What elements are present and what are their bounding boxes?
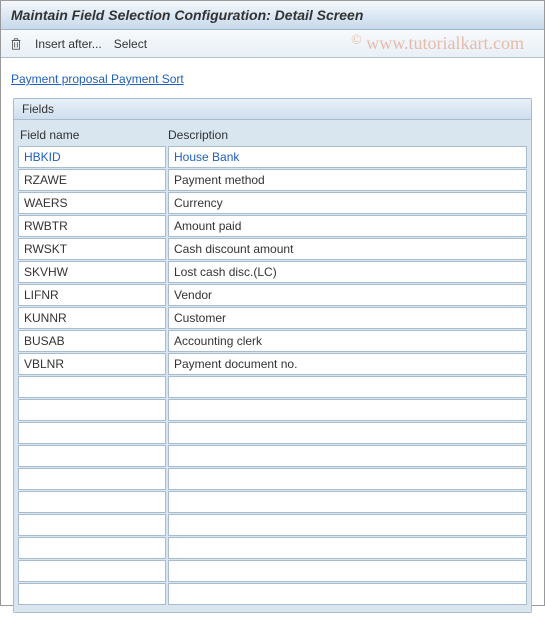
field-name-cell[interactable] — [18, 560, 166, 582]
description-cell[interactable] — [168, 514, 527, 536]
col-header-fieldname: Field name — [20, 128, 168, 142]
table-row — [18, 445, 527, 467]
table-row — [18, 514, 527, 536]
description-cell[interactable] — [168, 491, 527, 513]
field-name-cell[interactable] — [18, 399, 166, 421]
field-name-cell[interactable] — [18, 514, 166, 536]
fields-groupbox: Fields Field name Description HBKIDHouse… — [13, 98, 532, 613]
field-name-cell[interactable] — [18, 491, 166, 513]
description-cell[interactable] — [168, 445, 527, 467]
description-cell[interactable]: Customer — [168, 307, 527, 329]
description-cell[interactable] — [168, 376, 527, 398]
description-cell[interactable]: Currency — [168, 192, 527, 214]
table-row: SKVHWLost cash disc.(LC) — [18, 261, 527, 283]
table-row — [18, 399, 527, 421]
description-cell[interactable] — [168, 537, 527, 559]
groupbox-title: Fields — [14, 99, 531, 120]
description-cell[interactable]: Lost cash disc.(LC) — [168, 261, 527, 283]
field-name-cell[interactable]: BUSAB — [18, 330, 166, 352]
description-cell[interactable]: Amount paid — [168, 215, 527, 237]
field-name-cell[interactable] — [18, 376, 166, 398]
table-row: WAERSCurrency — [18, 192, 527, 214]
payment-proposal-link[interactable]: Payment proposal Payment Sort — [11, 72, 184, 86]
field-name-cell[interactable] — [18, 537, 166, 559]
description-cell[interactable]: Vendor — [168, 284, 527, 306]
page-title: Maintain Field Selection Configuration: … — [11, 7, 363, 23]
col-header-description: Description — [168, 128, 527, 142]
field-name-cell[interactable] — [18, 445, 166, 467]
table-row — [18, 537, 527, 559]
field-name-cell[interactable]: LIFNR — [18, 284, 166, 306]
field-name-cell[interactable] — [18, 422, 166, 444]
field-name-cell[interactable] — [18, 468, 166, 490]
field-name-cell[interactable]: SKVHW — [18, 261, 166, 283]
field-name-cell[interactable] — [18, 583, 166, 605]
description-cell[interactable] — [168, 583, 527, 605]
table-row — [18, 583, 527, 605]
field-name-cell[interactable]: WAERS — [18, 192, 166, 214]
description-cell[interactable] — [168, 422, 527, 444]
table-row — [18, 491, 527, 513]
table-row: KUNNRCustomer — [18, 307, 527, 329]
description-cell[interactable]: Payment document no. — [168, 353, 527, 375]
table-row: HBKIDHouse Bank — [18, 146, 527, 168]
content-area: Payment proposal Payment Sort Fields Fie… — [1, 58, 544, 621]
field-name-cell[interactable]: RWBTR — [18, 215, 166, 237]
table-row: VBLNRPayment document no. — [18, 353, 527, 375]
delete-icon[interactable] — [9, 37, 23, 51]
field-name-cell[interactable]: KUNNR — [18, 307, 166, 329]
table-row: BUSABAccounting clerk — [18, 330, 527, 352]
table-row: RWBTRAmount paid — [18, 215, 527, 237]
description-cell[interactable]: House Bank — [168, 146, 527, 168]
select-button[interactable]: Select — [114, 37, 147, 51]
field-name-cell[interactable]: VBLNR — [18, 353, 166, 375]
description-cell[interactable] — [168, 560, 527, 582]
description-cell[interactable] — [168, 399, 527, 421]
table-row — [18, 468, 527, 490]
table-row — [18, 376, 527, 398]
field-name-cell[interactable]: HBKID — [18, 146, 166, 168]
description-cell[interactable]: Payment method — [168, 169, 527, 191]
title-bar: Maintain Field Selection Configuration: … — [1, 1, 544, 30]
description-cell[interactable]: Accounting clerk — [168, 330, 527, 352]
table-row — [18, 560, 527, 582]
column-headers: Field name Description — [18, 126, 527, 146]
fields-table: Field name Description HBKIDHouse BankRZ… — [14, 120, 531, 612]
table-row: LIFNRVendor — [18, 284, 527, 306]
description-cell[interactable] — [168, 468, 527, 490]
field-name-cell[interactable]: RWSKT — [18, 238, 166, 260]
description-cell[interactable]: Cash discount amount — [168, 238, 527, 260]
table-row — [18, 422, 527, 444]
field-name-cell[interactable]: RZAWE — [18, 169, 166, 191]
insert-after-button[interactable]: Insert after... — [35, 37, 102, 51]
toolbar: Insert after... Select — [1, 30, 544, 58]
table-row: RZAWEPayment method — [18, 169, 527, 191]
table-row: RWSKTCash discount amount — [18, 238, 527, 260]
